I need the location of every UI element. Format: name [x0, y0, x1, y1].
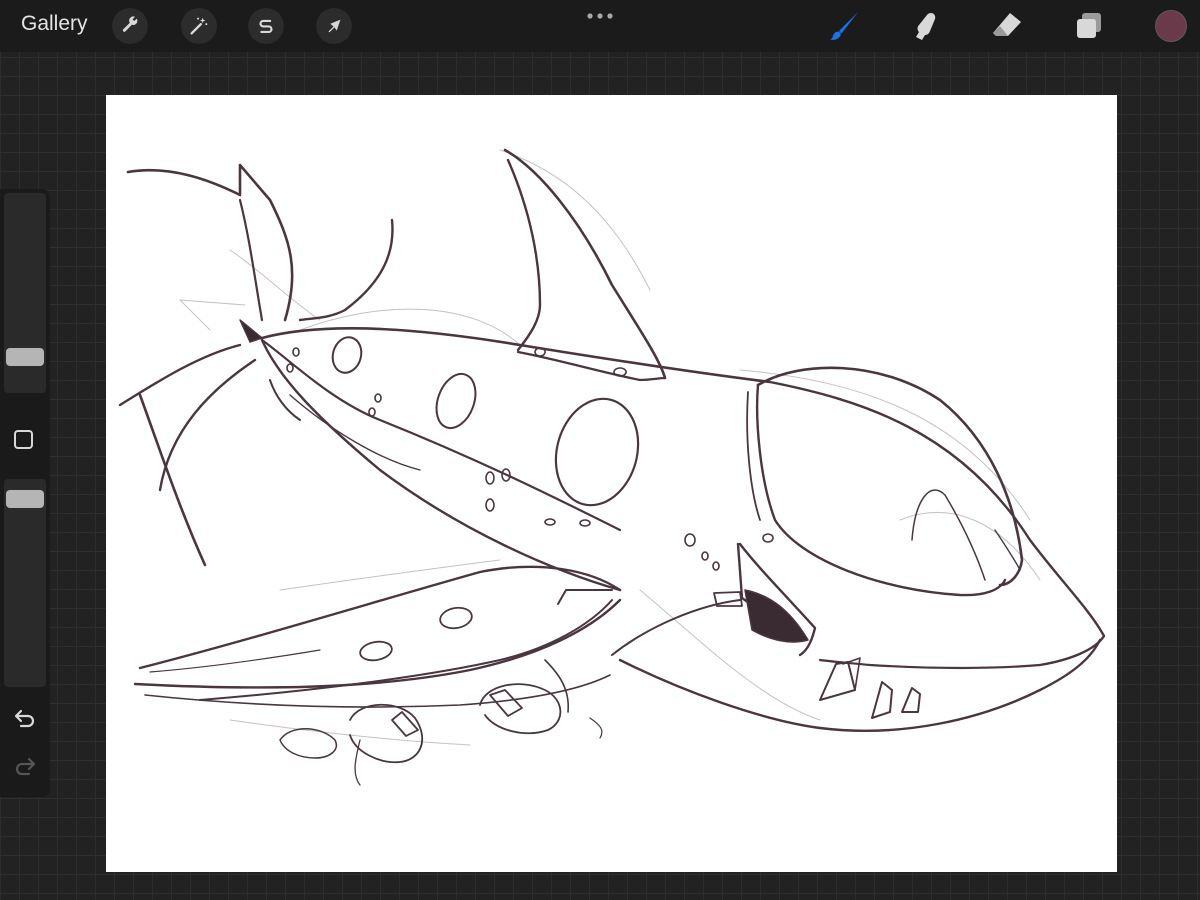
layers-button[interactable] — [1071, 8, 1107, 44]
selection-button[interactable] — [248, 8, 284, 44]
more-options-button[interactable] — [582, 6, 618, 26]
layers-icon — [1077, 13, 1101, 38]
smudge-tool-button[interactable] — [907, 8, 943, 44]
drawing-canvas[interactable] — [106, 95, 1117, 872]
opacity-thumb[interactable] — [6, 490, 44, 508]
brush-icon — [830, 12, 858, 40]
modify-button[interactable] — [14, 430, 33, 449]
left-sidebar — [0, 189, 50, 797]
undo-button[interactable] — [9, 702, 41, 734]
arrow-cursor-icon — [328, 19, 341, 33]
brush-size-thumb[interactable] — [6, 348, 44, 366]
brush-size-slider[interactable] — [4, 193, 46, 393]
top-toolbar: Gallery — [0, 0, 1200, 52]
magic-wand-icon — [190, 17, 208, 35]
redo-button[interactable] — [9, 750, 41, 782]
ellipsis-icon — [587, 13, 613, 19]
smudge-finger-icon — [916, 13, 936, 40]
wrench-icon — [122, 16, 138, 32]
selection-s-icon — [259, 19, 273, 34]
gallery-button[interactable]: Gallery — [21, 12, 88, 36]
eraser-tool-button[interactable] — [989, 8, 1025, 44]
shark-sketch-artwork — [118, 148, 1106, 786]
brush-tool-button[interactable] — [826, 8, 862, 44]
color-picker-button[interactable] — [1155, 10, 1187, 42]
eraser-icon — [993, 13, 1021, 36]
undo-icon — [14, 709, 35, 728]
opacity-slider[interactable] — [4, 479, 46, 687]
actions-button[interactable] — [112, 8, 148, 44]
adjustments-button[interactable] — [181, 8, 217, 44]
redo-icon — [15, 757, 36, 776]
transform-button[interactable] — [316, 8, 352, 44]
